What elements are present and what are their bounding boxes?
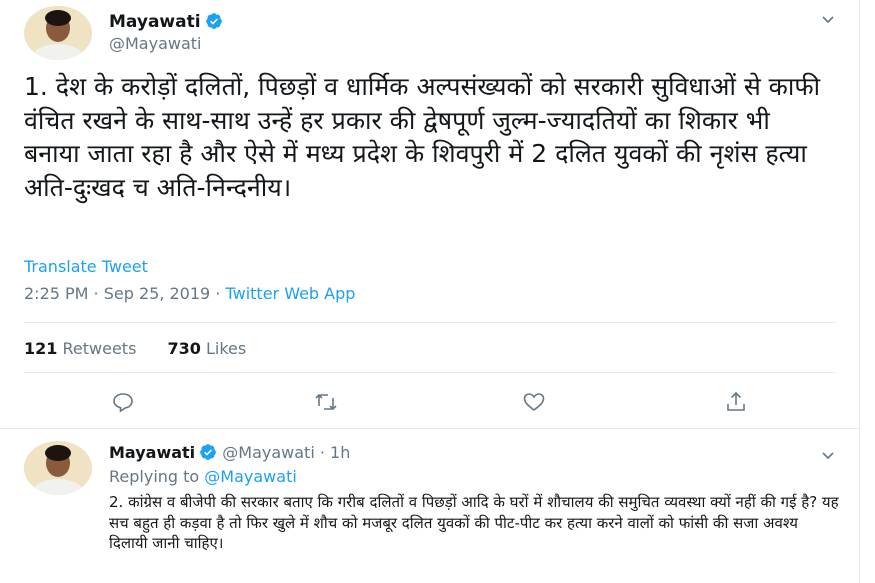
heart-icon (523, 393, 545, 412)
tweet-timestamp[interactable]: 2:25 PM · Sep 25, 2019 · (24, 284, 225, 303)
replying-to-link[interactable]: @Mayawati (204, 467, 297, 486)
like-button[interactable] (521, 390, 547, 414)
replying-prefix: Replying to (109, 467, 205, 486)
reply-author-name[interactable]: Mayawati (109, 443, 195, 462)
tweet-stats: 121 Retweets 730 Likes (24, 339, 272, 358)
verified-badge-icon (200, 444, 217, 460)
author-name-text[interactable]: Mayawati (109, 12, 201, 32)
reply-icon (113, 393, 133, 413)
retweets-label: Retweets (62, 339, 137, 358)
share-icon (727, 391, 745, 411)
avatar[interactable] (24, 6, 92, 60)
reply-handle-time[interactable]: @Mayawati · 1h (222, 443, 350, 462)
reply-tweet[interactable]: Mayawati @Mayawati · 1h Replying to @May… (0, 428, 860, 583)
replying-to: Replying to @Mayawati (109, 467, 297, 486)
tweet-meta: 2:25 PM · Sep 25, 2019 · Twitter Web App (24, 284, 355, 303)
reply-button[interactable] (110, 390, 136, 414)
reply-text: 2. कांग्रेस व बीजेपी की सरकार बताए कि गर… (109, 493, 839, 552)
likes-count: 730 (167, 339, 201, 358)
retweets-stat[interactable]: 121 Retweets (24, 339, 136, 358)
likes-label: Likes (206, 339, 247, 358)
author-handle[interactable]: @Mayawati (109, 34, 202, 53)
chevron-down-icon[interactable] (820, 11, 836, 27)
tweet-text: 1. देश के करोड़ों दलितों, पिछड़ों व धार्… (24, 72, 821, 202)
reply-header: Mayawati @Mayawati · 1h (109, 443, 350, 462)
retweet-icon (315, 393, 337, 411)
avatar[interactable] (24, 441, 92, 495)
chevron-down-icon[interactable] (820, 447, 836, 463)
source-app-link[interactable]: Twitter Web App (225, 284, 355, 303)
retweet-button[interactable] (313, 390, 339, 414)
main-tweet: Mayawati @Mayawati 1. देश के करोड़ों दलि… (0, 0, 860, 428)
retweets-count: 121 (24, 339, 58, 358)
divider (24, 322, 836, 323)
verified-badge-icon (205, 13, 222, 29)
translate-tweet-link[interactable]: Translate Tweet (24, 257, 148, 276)
author-name[interactable]: Mayawati (109, 12, 223, 32)
divider (24, 372, 836, 373)
share-button[interactable] (723, 390, 749, 414)
likes-stat[interactable]: 730 Likes (168, 339, 247, 358)
